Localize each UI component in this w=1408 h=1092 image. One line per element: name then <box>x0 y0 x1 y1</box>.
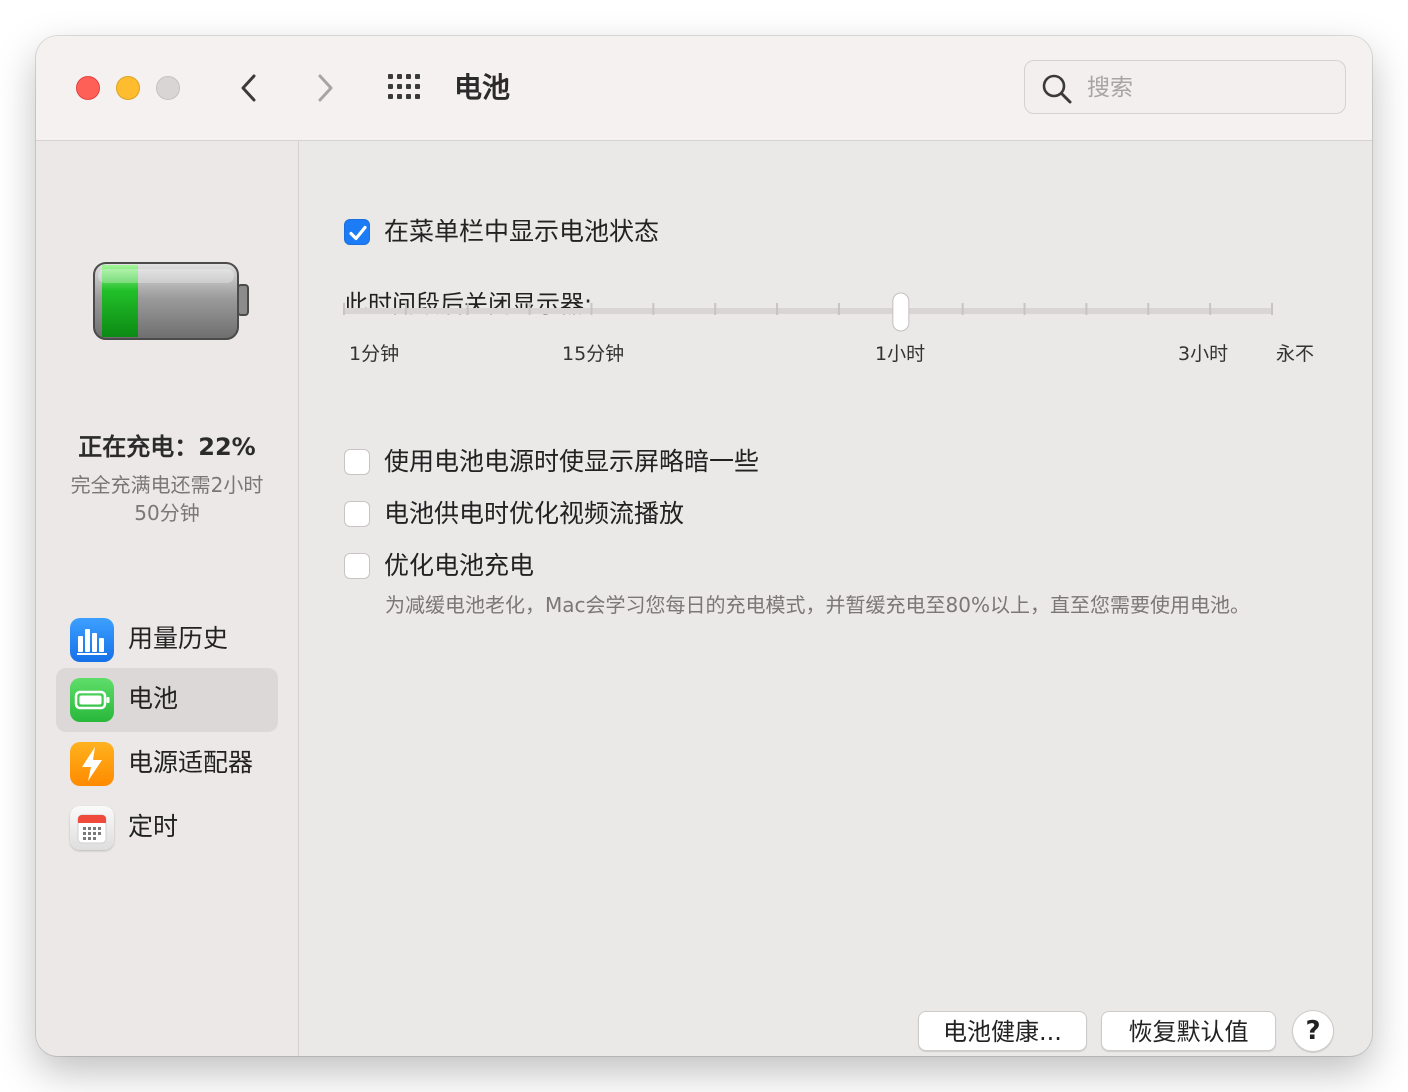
schedule-icon <box>70 806 114 850</box>
slider-knob[interactable] <box>892 292 910 332</box>
sidebar-item-battery[interactable]: 电池 <box>56 668 278 732</box>
show-in-menubar-label[interactable]: 在菜单栏中显示电池状态 <box>384 215 659 249</box>
slider-track[interactable] <box>343 291 1283 351</box>
dim-display-label[interactable]: 使用电池电源时使显示屏略暗一些 <box>384 445 759 479</box>
checkmark-icon <box>349 225 367 241</box>
forward-button[interactable] <box>306 70 342 106</box>
sidebar-item-power-adapter[interactable]: 电源适配器 <box>56 732 278 796</box>
battery-status-icon <box>93 262 249 340</box>
slider-label-15min: 15分钟 <box>562 343 625 365</box>
grid-icon <box>388 74 420 99</box>
restore-defaults-button[interactable]: 恢复默认值 <box>1101 1011 1276 1051</box>
show-all-button[interactable] <box>386 72 426 102</box>
dim-display-checkbox[interactable] <box>344 449 370 475</box>
sidebar-item-usage-history[interactable]: 用量历史 <box>56 608 278 672</box>
chevron-left-icon <box>241 74 256 102</box>
optimized-charging-checkbox[interactable] <box>344 553 370 579</box>
battery-health-button[interactable]: 电池健康... <box>918 1011 1087 1051</box>
optimized-charging-label[interactable]: 优化电池充电 <box>384 549 534 583</box>
sidebar-item-label: 电源适配器 <box>128 748 254 777</box>
optimized-charging-description: 为减缓电池老化，Mac会学习您每日的充电模式，并暂缓充电至80%以上，直至您需要… <box>385 593 1250 617</box>
chevron-right-icon <box>318 74 333 102</box>
close-button[interactable] <box>76 76 100 100</box>
preferences-window: 电池 正在充电：22% 完全充满电还需2小时50 <box>36 36 1372 1056</box>
help-button[interactable]: ? <box>1292 1010 1334 1052</box>
slider-label-never: 永不 <box>1276 343 1315 365</box>
time-to-full: 完全充满电还需2小时50分钟 <box>70 473 264 525</box>
title-bar: 电池 <box>36 36 1372 141</box>
minimize-button[interactable] <box>116 76 140 100</box>
main-panel: 在菜单栏中显示电池状态 此时间段后关闭显示器: 1分钟 15分钟 1小时 3小时… <box>299 141 1372 1056</box>
usage-history-icon <box>70 618 114 662</box>
back-button[interactable] <box>232 70 268 106</box>
search-input[interactable] <box>1085 69 1329 107</box>
window-title: 电池 <box>454 71 511 104</box>
sidebar: 正在充电：22% 完全充满电还需2小时50分钟 用量历史 电池 电源适配器 定时 <box>36 141 299 1056</box>
sidebar-item-label: 用量历史 <box>128 624 229 653</box>
sidebar-item-label: 定时 <box>128 812 179 841</box>
zoom-button[interactable] <box>156 76 180 100</box>
slider-label-3hours: 3小时 <box>1178 343 1229 365</box>
show-in-menubar-checkbox[interactable] <box>344 219 370 245</box>
sidebar-item-label: 电池 <box>128 684 179 713</box>
optimize-video-checkbox[interactable] <box>344 501 370 527</box>
charging-status: 正在充电：22% <box>78 433 256 461</box>
battery-icon <box>70 678 114 722</box>
slider-label-1hour: 1小时 <box>875 343 926 365</box>
search-field[interactable] <box>1024 60 1346 114</box>
search-icon <box>1042 74 1072 104</box>
display-off-slider[interactable] <box>343 291 1283 351</box>
sidebar-item-schedule[interactable]: 定时 <box>56 796 278 860</box>
slider-label-1min: 1分钟 <box>349 343 400 365</box>
optimize-video-label[interactable]: 电池供电时优化视频流播放 <box>384 497 684 531</box>
power-adapter-icon <box>70 742 114 786</box>
